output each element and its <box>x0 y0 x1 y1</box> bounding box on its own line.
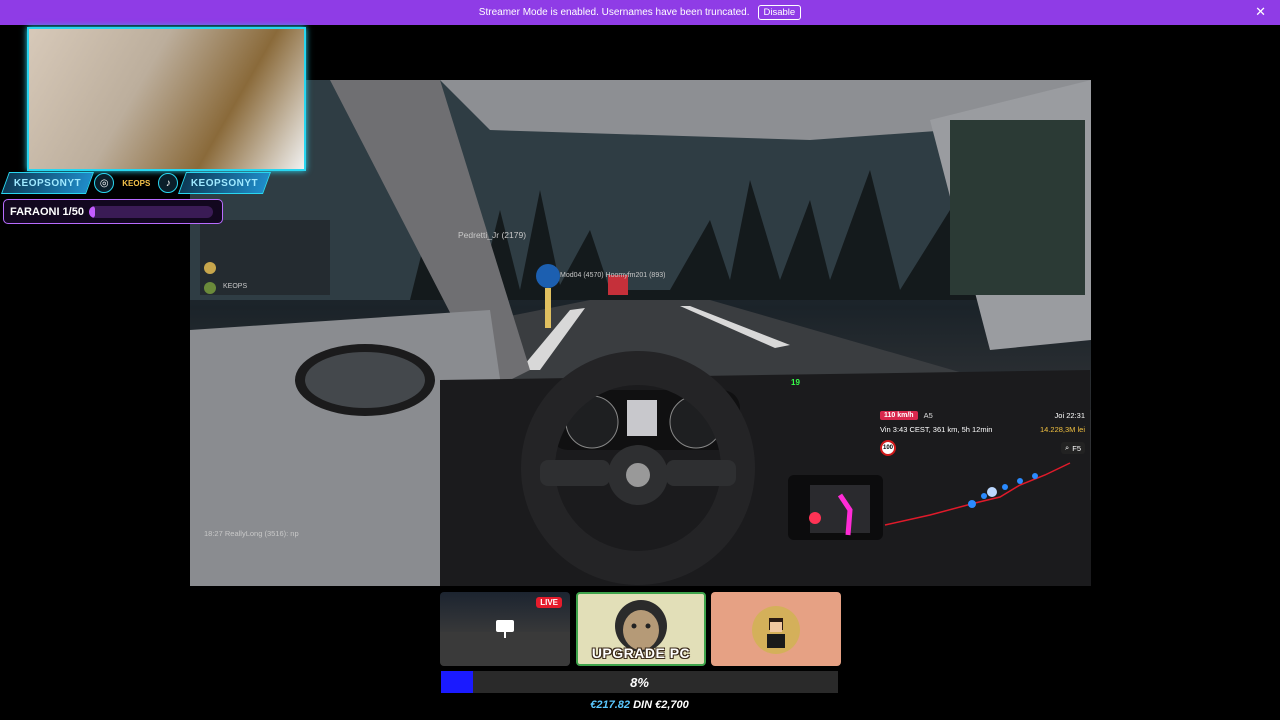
chat-user: KEOPS <box>223 283 248 290</box>
route-eta: Vin 3:43 CEST, 361 km, 5h 12min <box>880 424 993 434</box>
donation-amounts: €217.82 DIN €2,700 <box>441 699 838 711</box>
speed-limit-badge: 110 km/h <box>880 410 918 420</box>
close-icon[interactable]: ✕ <box>1255 5 1266 19</box>
road-name: A5 <box>923 410 933 420</box>
disable-button[interactable]: Disable <box>757 5 802 20</box>
live-thumbnail[interactable]: LIVE <box>440 592 570 666</box>
nearby-players: Mod04 (4570) Hoomyfm201 (893) <box>560 272 666 279</box>
tiktok-handle-tag: KEOPSONYT <box>178 172 272 194</box>
webcam-overlay: KEOPSONYT ◎ KEOPS ♪ KEOPSONYT <box>0 5 310 195</box>
upgrade-pc-title: UPGRADE PC <box>591 645 691 661</box>
donation-raised: €217.82 <box>590 699 631 711</box>
keops-logo: KEOPS <box>118 168 154 198</box>
chat-line: 18:27 ReallyLong (3516): np <box>204 529 299 538</box>
logo-text: KEOPS <box>122 178 151 188</box>
goal-fill <box>88 205 95 218</box>
goal-label: FARAONI 1/50 <box>10 205 84 218</box>
route-minimap <box>884 462 1071 526</box>
money-balance: 14.228,3M lei <box>1039 424 1085 434</box>
donation-separator: DIN <box>633 699 653 711</box>
webcam-feed <box>27 27 306 171</box>
instagram-icon: ◎ <box>94 173 115 193</box>
social-bar: KEOPSONYT ◎ KEOPS ♪ KEOPSONYT <box>0 168 355 198</box>
instagram-handle-tag: KEOPSONYT <box>0 172 95 194</box>
avatar-thumbnail[interactable] <box>711 592 841 666</box>
instagram-handle: KEOPSONYT <box>14 177 82 189</box>
avatar-icon <box>752 606 800 654</box>
tiktok-icon: ♪ <box>158 173 179 193</box>
donation-percent: 8% <box>630 674 649 690</box>
donation-progress-bar: 8% <box>441 671 838 693</box>
player-tag: Pedretti_Jr (2179) <box>458 230 527 240</box>
banner-message: Streamer Mode is enabled. Usernames have… <box>478 7 750 18</box>
live-badge: LIVE <box>536 597 562 608</box>
game-viewport[interactable]: Pedretti_Jr (2179) Mod04 (4570) Hoomyfm2… <box>190 80 1091 586</box>
game-time: Joi 22:31 <box>1054 410 1085 420</box>
faraoni-goal: FARAONI 1/50 <box>3 199 223 224</box>
upgrade-pc-thumbnail[interactable]: UPGRADE PC <box>576 592 706 666</box>
tiktok-handle: KEOPSONYT <box>191 177 259 189</box>
donation-thumbnails: LIVE UPGRADE PC <box>440 592 842 668</box>
goal-track <box>88 205 213 218</box>
donation-target: €2,700 <box>655 699 689 711</box>
dash-speed: 19 <box>791 378 800 387</box>
